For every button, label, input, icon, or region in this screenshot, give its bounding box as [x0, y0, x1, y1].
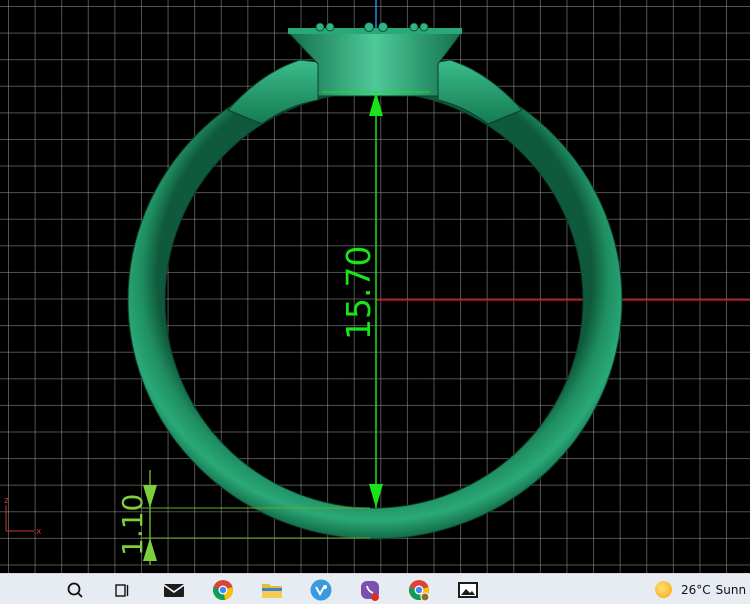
ring-shoulder-right — [437, 59, 523, 125]
thickness-dimension-label: 1.10 — [116, 494, 149, 556]
ring-head-top — [288, 28, 462, 34]
ring-shoulder-left — [227, 59, 319, 125]
photos-button[interactable] — [453, 576, 483, 604]
search-button[interactable] — [60, 576, 90, 604]
chrome-icon — [409, 580, 430, 602]
viber-icon — [361, 581, 379, 601]
vivaldi-icon — [310, 579, 332, 601]
diameter-dimension-label: 15.70 — [339, 246, 378, 340]
photos-icon — [458, 582, 478, 598]
mail-icon — [163, 584, 185, 597]
task-view-icon — [115, 584, 129, 597]
axis-indicator — [5, 505, 34, 532]
sun-icon — [655, 581, 672, 598]
axis-x-label: x — [36, 527, 42, 537]
ring-model-view: 15.70 1.10 z x — [4, 0, 750, 565]
chrome-button[interactable] — [208, 576, 238, 604]
cad-viewport[interactable]: 15.70 1.10 z x — [0, 0, 750, 573]
taskbar: 26°C Sunn — [0, 573, 750, 604]
task-view-button[interactable] — [107, 576, 137, 604]
weather-condition: Sunn — [715, 582, 747, 597]
axis-z-label: z — [4, 496, 9, 506]
weather-widget[interactable]: 26°C Sunn — [655, 581, 746, 598]
mail-button[interactable] — [159, 576, 189, 604]
search-icon — [67, 582, 83, 598]
weather-temperature: 26°C — [681, 582, 711, 597]
vivaldi-button[interactable] — [306, 576, 336, 604]
chrome-icon — [213, 580, 233, 600]
file-explorer-button[interactable] — [257, 576, 287, 604]
ring-prongs — [315, 22, 429, 32]
chrome-profile-button[interactable] — [404, 576, 434, 604]
folder-icon — [262, 584, 282, 598]
viber-button[interactable] — [355, 576, 385, 604]
